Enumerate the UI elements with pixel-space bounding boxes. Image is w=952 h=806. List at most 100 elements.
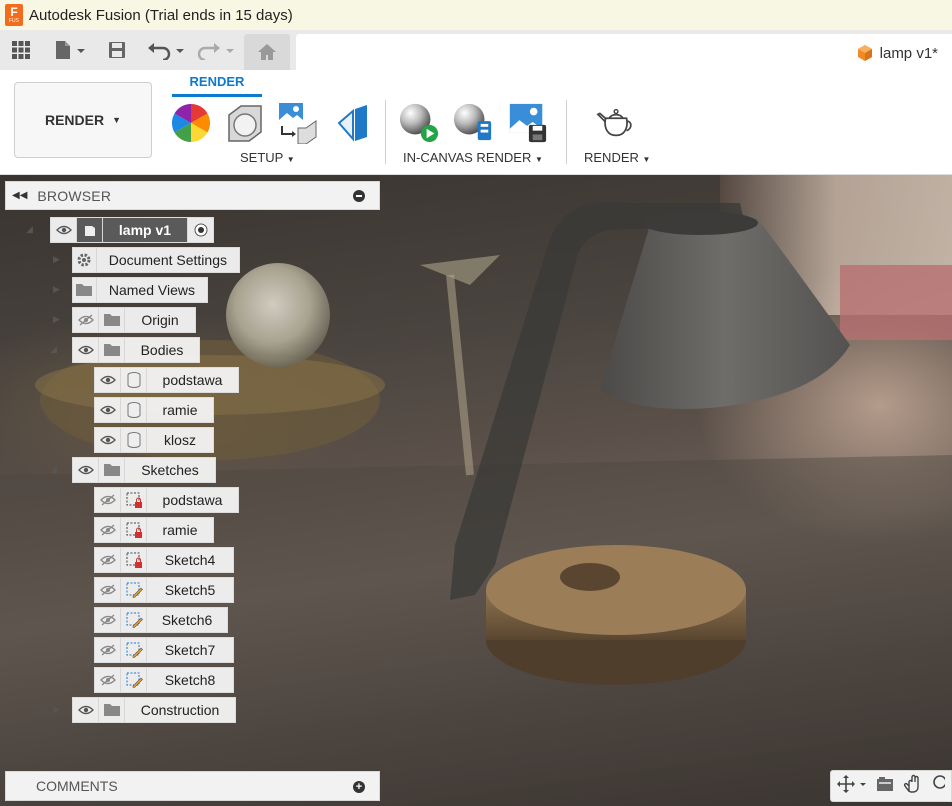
expand-triangle-icon[interactable]: ▶ bbox=[53, 704, 60, 715]
tab-render[interactable]: RENDER bbox=[172, 74, 262, 97]
locked-sketch-icon bbox=[121, 488, 147, 512]
capture-image-icon[interactable] bbox=[506, 102, 548, 144]
collapse-panel-icon[interactable]: ◀◀ bbox=[12, 190, 27, 201]
eye-hidden-icon[interactable] bbox=[95, 638, 121, 662]
item-label: Sketches bbox=[141, 462, 199, 478]
add-comment-icon[interactable]: + bbox=[353, 781, 365, 793]
browser-item-sketch-ramie[interactable]: ramie bbox=[94, 517, 214, 543]
browser-item-body-ramie[interactable]: ramie bbox=[94, 397, 214, 423]
group-in-canvas-render[interactable]: IN-CANVAS RENDER ▼ bbox=[403, 150, 543, 165]
redo-icon[interactable] bbox=[196, 36, 238, 64]
browser-item-named-views[interactable]: Named Views bbox=[72, 277, 208, 303]
collapse-triangle-icon[interactable]: ◢ bbox=[50, 344, 57, 355]
browser-item-bodies[interactable]: Bodies bbox=[72, 337, 200, 363]
undo-icon[interactable] bbox=[146, 36, 188, 64]
chevron-down-icon: ▼ bbox=[112, 115, 122, 125]
eye-icon[interactable] bbox=[95, 368, 121, 392]
folder-icon bbox=[99, 698, 125, 722]
folder-icon bbox=[99, 308, 125, 332]
body-cylinder-icon bbox=[121, 428, 147, 452]
home-tab[interactable] bbox=[244, 34, 290, 70]
document-tab[interactable]: lamp v1* bbox=[296, 34, 952, 70]
browser-item-body-klosz[interactable]: klosz bbox=[94, 427, 214, 453]
appearance-icon[interactable] bbox=[224, 102, 266, 144]
eye-hidden-icon[interactable] bbox=[95, 518, 121, 542]
browser-item-document-settings[interactable]: Document Settings bbox=[72, 247, 240, 273]
home-icon bbox=[258, 44, 276, 60]
eye-hidden-icon[interactable] bbox=[95, 578, 121, 602]
save-icon[interactable] bbox=[104, 36, 130, 64]
eye-icon[interactable] bbox=[73, 458, 99, 482]
body-cylinder-icon bbox=[121, 368, 147, 392]
divider bbox=[385, 100, 386, 164]
item-label: Bodies bbox=[140, 342, 184, 358]
item-label: Sketch6 bbox=[161, 612, 213, 628]
browser-root-node[interactable]: lamp v1 bbox=[50, 217, 214, 243]
browser-item-construction[interactable]: Construction bbox=[72, 697, 236, 723]
eye-hidden-icon[interactable] bbox=[95, 488, 121, 512]
item-label: Named Views bbox=[108, 282, 195, 298]
browser-item-sketch4[interactable]: Sketch4 bbox=[94, 547, 234, 573]
browser-item-sketch8[interactable]: Sketch8 bbox=[94, 667, 234, 693]
browser-panel-header[interactable]: ◀◀ BROWSER bbox=[5, 181, 380, 210]
locked-sketch-icon bbox=[121, 548, 147, 572]
item-label: ramie bbox=[162, 402, 198, 418]
file-menu-icon[interactable] bbox=[50, 36, 90, 64]
document-tab-label: lamp v1* bbox=[879, 44, 938, 62]
eye-icon[interactable] bbox=[51, 218, 77, 242]
group-setup[interactable]: SETUP ▼ bbox=[240, 150, 295, 165]
expand-triangle-icon[interactable]: ▶ bbox=[53, 254, 60, 265]
group-render[interactable]: RENDER ▼ bbox=[584, 150, 650, 165]
workspace-switcher[interactable]: RENDER ▼ bbox=[14, 82, 152, 158]
in-canvas-render-icon[interactable] bbox=[398, 102, 440, 144]
item-label: Construction bbox=[140, 702, 220, 718]
render-teapot-icon[interactable] bbox=[596, 102, 638, 144]
browser-item-sketch7[interactable]: Sketch7 bbox=[94, 637, 234, 663]
orbit-move-icon[interactable] bbox=[837, 774, 867, 798]
collapse-triangle-icon[interactable]: ◢ bbox=[26, 224, 33, 235]
texture-map-icon[interactable] bbox=[278, 102, 320, 144]
item-label: Origin bbox=[141, 312, 179, 328]
folder-icon bbox=[99, 338, 125, 362]
quick-access-toolbar: lamp v1* bbox=[0, 30, 952, 70]
minimize-panel-icon[interactable] bbox=[353, 190, 365, 202]
fusion-logo-icon: F FUS bbox=[5, 4, 23, 26]
eye-hidden-icon[interactable] bbox=[95, 548, 121, 572]
item-label: Document Settings bbox=[108, 252, 227, 268]
window-title: Autodesk Fusion (Trial ends in 15 days) bbox=[29, 6, 293, 24]
browser-item-sketches[interactable]: Sketches bbox=[72, 457, 216, 483]
folder-icon bbox=[99, 458, 125, 482]
apps-grid-icon[interactable] bbox=[8, 36, 34, 64]
zoom-icon[interactable] bbox=[931, 774, 947, 799]
eye-icon[interactable] bbox=[95, 398, 121, 422]
eye-hidden-icon[interactable] bbox=[73, 308, 99, 332]
eye-icon[interactable] bbox=[95, 428, 121, 452]
item-label: Sketch4 bbox=[164, 552, 216, 568]
display-settings-icon[interactable] bbox=[875, 775, 895, 798]
pan-hand-icon[interactable] bbox=[903, 774, 923, 799]
activate-radio-icon[interactable] bbox=[187, 218, 213, 242]
item-label: Sketch8 bbox=[164, 672, 216, 688]
gear-icon bbox=[73, 248, 97, 272]
browser-item-sketch5[interactable]: Sketch5 bbox=[94, 577, 234, 603]
browser-item-sketch-podstawa[interactable]: podstawa bbox=[94, 487, 239, 513]
locked-sketch-icon bbox=[121, 518, 147, 542]
eye-icon[interactable] bbox=[73, 698, 99, 722]
sketch-pencil-icon bbox=[121, 578, 147, 602]
browser-item-body-podstawa[interactable]: podstawa bbox=[94, 367, 239, 393]
decal-icon[interactable] bbox=[330, 102, 372, 144]
scene-settings-icon[interactable] bbox=[170, 102, 212, 144]
eye-icon[interactable] bbox=[73, 338, 99, 362]
browser-item-sketch6[interactable]: Sketch6 bbox=[94, 607, 228, 633]
item-label: Sketch7 bbox=[164, 642, 216, 658]
comments-panel-header[interactable]: COMMENTS + bbox=[5, 771, 380, 801]
expand-triangle-icon[interactable]: ▶ bbox=[53, 314, 60, 325]
collapse-triangle-icon[interactable]: ◢ bbox=[50, 464, 57, 475]
title-bar: F FUS Autodesk Fusion (Trial ends in 15 … bbox=[0, 0, 952, 30]
component-icon bbox=[77, 218, 103, 242]
eye-hidden-icon[interactable] bbox=[95, 668, 121, 692]
in-canvas-render-settings-icon[interactable] bbox=[452, 102, 494, 144]
expand-triangle-icon[interactable]: ▶ bbox=[53, 284, 60, 295]
eye-hidden-icon[interactable] bbox=[95, 608, 121, 632]
browser-item-origin[interactable]: Origin bbox=[72, 307, 196, 333]
